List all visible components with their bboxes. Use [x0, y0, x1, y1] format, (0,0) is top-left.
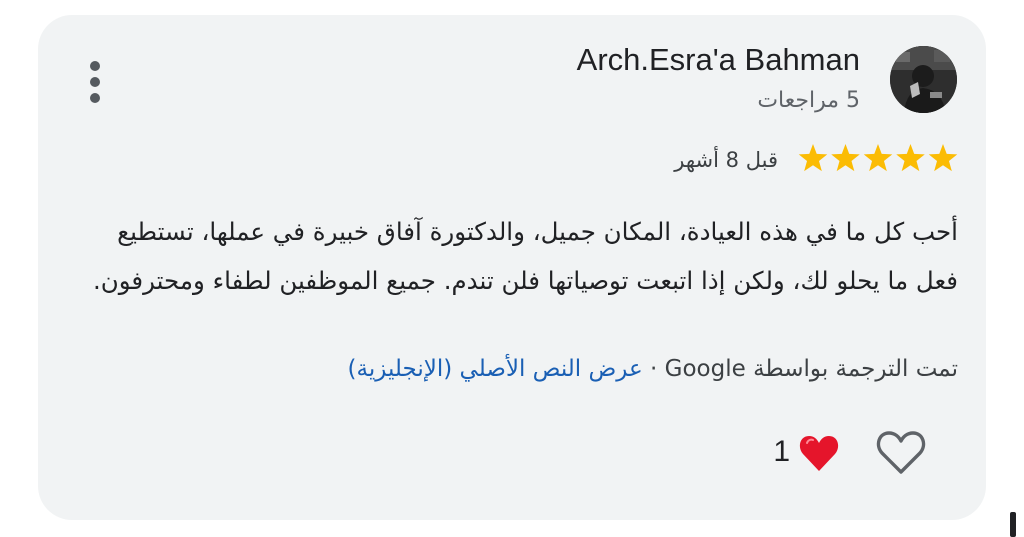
star-icon [798, 144, 828, 172]
translated-by-label: تمت الترجمة بواسطة Google [664, 356, 958, 382]
separator: · [650, 356, 658, 382]
reaction-count: 1 [773, 435, 790, 468]
more-options-icon[interactable] [85, 61, 105, 103]
red-heart-icon[interactable] [798, 434, 840, 474]
reviewer-name[interactable]: Arch.Esra'a Bahman [577, 42, 860, 78]
avatar[interactable] [890, 46, 957, 113]
star-rating [798, 144, 958, 172]
translation-line: تمت الترجمة بواسطة Google · عرض النص الأ… [348, 356, 958, 382]
scroll-indicator[interactable] [1010, 512, 1016, 537]
avatar-photo [890, 46, 957, 113]
star-icon [896, 144, 925, 172]
reviewer-review-count[interactable]: 5 مراجعات [757, 88, 860, 113]
star-icon [831, 144, 860, 172]
review-card: Arch.Esra'a Bahman 5 مراجعات قبل 8 أشهر … [38, 15, 986, 520]
heart-outline-icon[interactable] [876, 430, 926, 476]
star-icon [928, 144, 958, 172]
review-time: قبل 8 أشهر [674, 148, 778, 172]
star-icon [863, 144, 893, 172]
review-text: أحب كل ما في هذه العيادة، المكان جميل، و… [93, 217, 958, 295]
show-original-link[interactable]: عرض النص الأصلي (الإنجليزية) [348, 356, 643, 382]
